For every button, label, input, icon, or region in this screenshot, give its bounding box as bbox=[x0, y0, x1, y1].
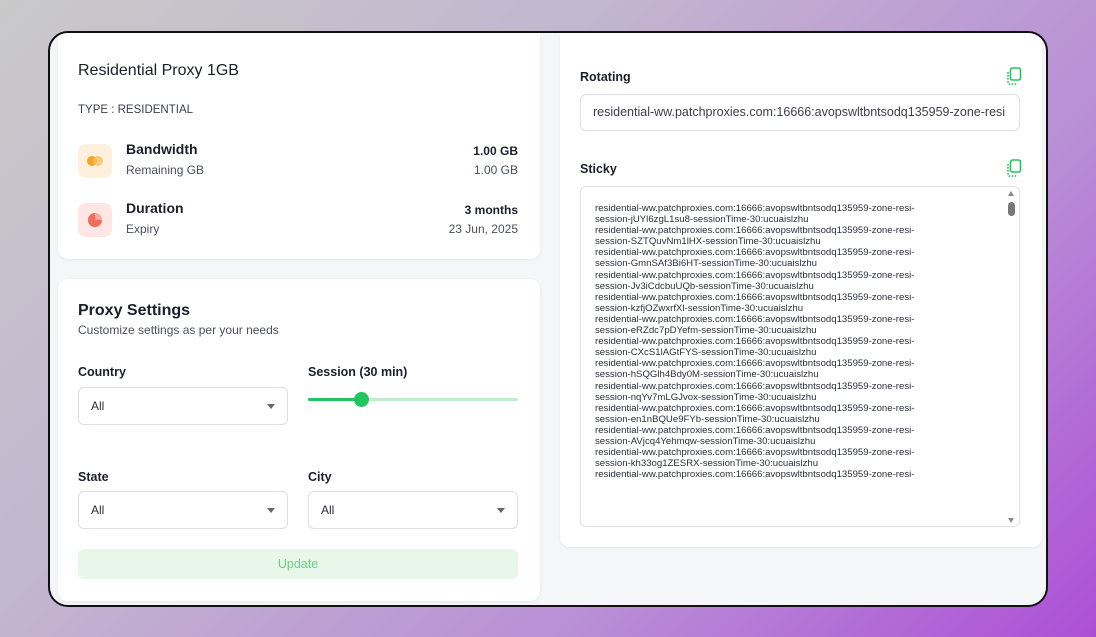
sticky-proxy-line: residential-ww.patchproxies.com:16666:av… bbox=[595, 269, 915, 281]
sticky-proxy-line: residential-ww.patchproxies.com:16666:av… bbox=[595, 380, 915, 392]
sticky-proxy-list: residential-ww.patchproxies.com:16666:av… bbox=[595, 203, 995, 480]
scrollbar[interactable] bbox=[1008, 191, 1016, 523]
country-select-value: All bbox=[91, 399, 105, 413]
scroll-down-icon[interactable] bbox=[1008, 518, 1014, 523]
sticky-proxy-line: residential-ww.patchproxies.com:16666:av… bbox=[595, 469, 915, 481]
sticky-proxy-line: session-en1nBQUe9FYb-sessionTime-30:ucua… bbox=[595, 413, 820, 425]
state-select[interactable]: All bbox=[78, 491, 288, 529]
sticky-proxy-line: residential-ww.patchproxies.com:16666:av… bbox=[595, 424, 915, 436]
country-label: Country bbox=[78, 365, 126, 379]
sticky-proxy-line: session-jUYl6zgL1su8-sessionTime-30:ucua… bbox=[595, 214, 809, 226]
sticky-proxy-line: residential-ww.patchproxies.com:16666:av… bbox=[595, 313, 915, 325]
bandwidth-remaining: 1.00 GB bbox=[473, 163, 518, 177]
update-button[interactable]: Update bbox=[78, 549, 518, 579]
country-select[interactable]: All bbox=[78, 387, 288, 425]
chevron-down-icon bbox=[497, 508, 505, 513]
settings-title: Proxy Settings bbox=[78, 302, 191, 319]
sticky-proxy-line: session-Jv3iCdcbuUQb-sessionTime-30:ucua… bbox=[595, 280, 814, 292]
bandwidth-value: 1.00 GB bbox=[473, 144, 518, 158]
session-slider[interactable] bbox=[308, 389, 518, 409]
plan-card: Residential Proxy 1GB TYPE : RESIDENTIAL… bbox=[58, 33, 540, 259]
sticky-proxy-line: residential-ww.patchproxies.com:16666:av… bbox=[595, 358, 915, 370]
bandwidth-label: Bandwidth bbox=[126, 141, 198, 157]
sticky-proxy-line: residential-ww.patchproxies.com:16666:av… bbox=[595, 336, 915, 348]
duration-row: Duration Expiry 3 months 23 Jun, 2025 bbox=[78, 200, 518, 240]
sticky-proxy-line: session-GmnSAf3Bi6HT-sessionTime-30:ucua… bbox=[595, 258, 817, 270]
bandwidth-icon bbox=[78, 144, 112, 178]
bandwidth-row: Bandwidth Remaining GB 1.00 GB 1.00 GB bbox=[78, 141, 518, 181]
sticky-proxy-line: session-AVjcq4Yehmqw-sessionTime-30:ucua… bbox=[595, 435, 816, 447]
slider-fill bbox=[308, 398, 361, 401]
sticky-label: Sticky bbox=[580, 162, 617, 176]
sticky-proxy-line: residential-ww.patchproxies.com:16666:av… bbox=[595, 225, 915, 237]
bandwidth-sublabel: Remaining GB bbox=[126, 163, 205, 177]
duration-sublabel: Expiry bbox=[126, 222, 160, 236]
plan-title: Residential Proxy 1GB bbox=[78, 62, 239, 79]
expiry-date: 23 Jun, 2025 bbox=[448, 222, 518, 236]
sticky-proxy-line: session-hSQGlh4Bdy0M-sessionTime-30:ucua… bbox=[595, 369, 819, 381]
copy-icon[interactable] bbox=[1006, 159, 1022, 177]
plan-type: TYPE : RESIDENTIAL bbox=[78, 104, 194, 116]
duration-label: Duration bbox=[126, 200, 184, 216]
slider-thumb[interactable] bbox=[353, 392, 369, 407]
sticky-proxy-line: session-SZTQuvNm1lHX-sessionTime-30:ucua… bbox=[595, 236, 821, 248]
scroll-up-icon[interactable] bbox=[1008, 191, 1014, 196]
duration-value: 3 months bbox=[464, 203, 518, 217]
settings-subtitle: Customize settings as per your needs bbox=[78, 323, 279, 337]
state-select-value: All bbox=[91, 503, 105, 517]
app-window: Residential Proxy 1GB TYPE : RESIDENTIAL… bbox=[48, 31, 1048, 607]
scrollbar-thumb[interactable] bbox=[1008, 202, 1015, 216]
pie-chart-icon bbox=[78, 203, 112, 237]
copy-icon[interactable] bbox=[1006, 67, 1022, 85]
session-label: Session (30 min) bbox=[308, 365, 408, 379]
proxy-settings-card: Proxy Settings Customize settings as per… bbox=[58, 279, 540, 601]
sticky-proxy-line: session-kh33og1ZESRX-sessionTime-30:ucua… bbox=[595, 458, 819, 470]
sticky-proxy-line: residential-ww.patchproxies.com:16666:av… bbox=[595, 447, 915, 459]
city-select[interactable]: All bbox=[308, 491, 518, 529]
sticky-proxy-line: residential-ww.patchproxies.com:16666:av… bbox=[595, 203, 915, 214]
sticky-proxy-line: session-nqYv7mLGJvox-sessionTime-30:ucua… bbox=[595, 391, 817, 403]
sticky-proxy-line: session-CXcS1lAGtFYS-sessionTime-30:ucua… bbox=[595, 347, 817, 359]
sticky-proxy-line: session-kzfjOZwxrfXl-sessionTime-30:ucua… bbox=[595, 302, 804, 314]
rotating-label: Rotating bbox=[580, 70, 631, 84]
sticky-proxy-line: residential-ww.patchproxies.com:16666:av… bbox=[595, 402, 915, 414]
sticky-proxy-line: residential-ww.patchproxies.com:16666:av… bbox=[595, 291, 915, 303]
state-label: State bbox=[78, 470, 109, 484]
city-label: City bbox=[308, 470, 332, 484]
city-select-value: All bbox=[321, 503, 335, 517]
sticky-proxy-line: residential-ww.patchproxies.com:16666:av… bbox=[595, 247, 915, 259]
sticky-proxy-textarea[interactable]: residential-ww.patchproxies.com:16666:av… bbox=[580, 186, 1020, 527]
chevron-down-icon bbox=[267, 404, 275, 409]
sticky-proxy-line: session-eRZdc7pDYefm-sessionTime-30:ucua… bbox=[595, 325, 817, 337]
proxy-list-card: Rotating residential-ww.patchproxies.com… bbox=[560, 33, 1042, 547]
rotating-proxy-field[interactable]: residential-ww.patchproxies.com:16666:av… bbox=[580, 94, 1020, 131]
chevron-down-icon bbox=[267, 508, 275, 513]
